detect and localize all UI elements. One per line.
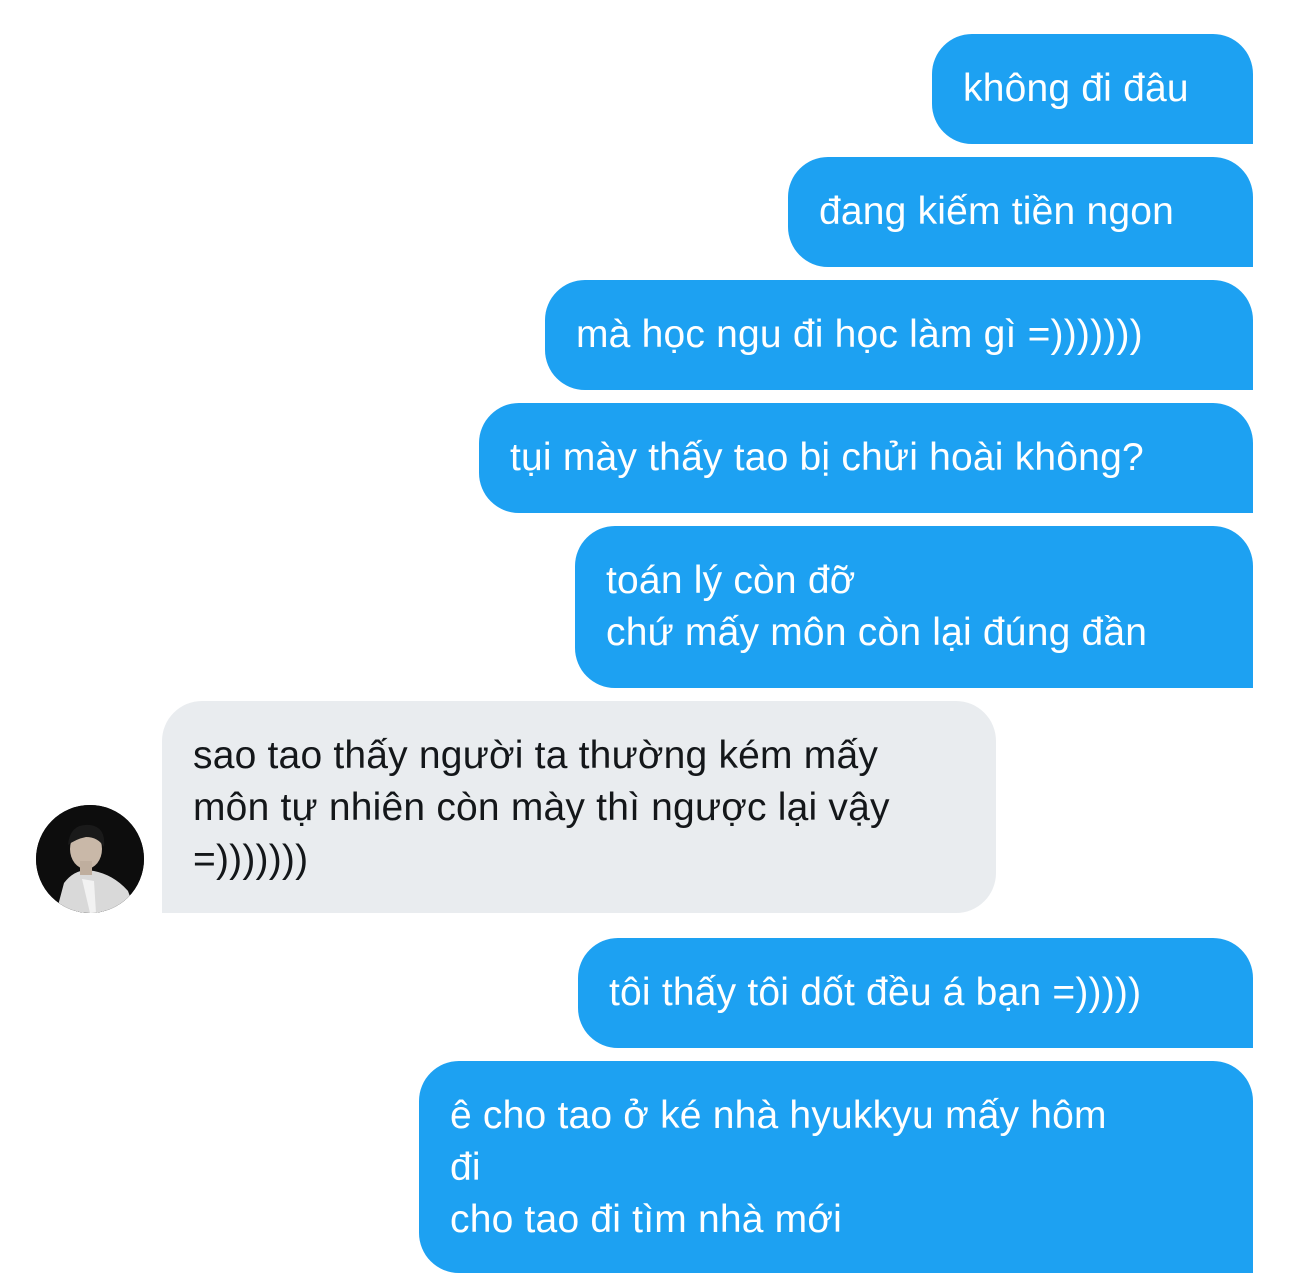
message-bubble-sent[interactable]: đang kiếm tiền ngon (788, 157, 1253, 267)
avatar-image (36, 805, 144, 913)
message-bubble-sent[interactable]: không đi đâu (932, 34, 1253, 144)
contact-avatar[interactable] (36, 805, 144, 913)
message-bubble-sent[interactable]: tôi thấy tôi dốt đều á bạn =))))) (578, 938, 1253, 1048)
message-bubble-sent[interactable]: tụi mày thấy tao bị chửi hoài không? (479, 403, 1253, 513)
message-bubble-sent[interactable]: ê cho tao ở ké nhà hyukkyu mấy hôm đi ch… (419, 1061, 1253, 1273)
message-bubble-sent[interactable]: toán lý còn đỡ chứ mấy môn còn lại đúng … (575, 526, 1253, 688)
message-bubble-received[interactable]: sao tao thấy người ta thường kém mấy môn… (162, 701, 996, 913)
message-bubble-sent[interactable]: mà học ngu đi học làm gì =))))))) (545, 280, 1253, 390)
